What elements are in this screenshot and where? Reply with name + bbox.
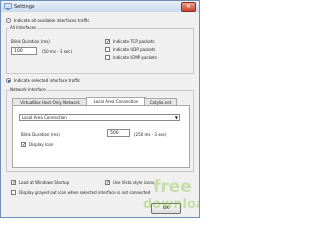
all-interfaces-group-label: All Interfaces [9, 25, 38, 30]
display-icon-option[interactable]: ✓ Display Icon [21, 142, 54, 148]
grayed-icon-checkbox[interactable] [11, 190, 16, 195]
load-startup-checkbox[interactable]: ✓ [11, 180, 16, 186]
title-bar: Settings ✕ [1, 1, 199, 12]
nic-blink-duration-range: (250 ms - 3 sec) [134, 132, 167, 137]
nic-blink-duration-label: Blink Duration (ms) [21, 132, 60, 137]
all-interfaces-radio[interactable] [6, 18, 11, 23]
display-icon-label: Display Icon [29, 142, 54, 147]
all-interfaces-option[interactable]: Indicate all available interfaces traffi… [6, 18, 90, 23]
selected-interface-option[interactable]: Indicate selected interface traffic [6, 78, 80, 83]
udp-option[interactable]: Indicate UDP packets [105, 47, 155, 52]
interface-select[interactable]: Local Area Connection ▼ [19, 114, 180, 121]
selected-interface-radio[interactable] [6, 78, 11, 83]
selected-interface-radio-label: Indicate selected interface traffic [14, 78, 81, 83]
watermark-line2: download [143, 197, 199, 212]
tcp-label: Indicate TCP packets [113, 39, 155, 44]
grayed-icon-option[interactable]: Display grayed out icon when selected in… [11, 190, 150, 195]
settings-window: Settings ✕ Indicate all available interf… [0, 0, 200, 218]
load-startup-option[interactable]: ✓ Load at Windows Startup [11, 180, 70, 186]
chevron-down-icon: ▼ [174, 115, 178, 120]
vista-icons-checkbox[interactable]: ✓ [105, 180, 110, 186]
udp-checkbox[interactable] [105, 47, 110, 52]
icmp-option[interactable]: Indicate ICMP packets [105, 55, 157, 60]
tcp-checkbox[interactable]: ✓ [105, 39, 110, 45]
blink-duration-range: (50 ms - 3 sec) [42, 49, 73, 54]
window-title: Settings [14, 4, 35, 10]
blink-duration-label: Blink Duration (ms) [11, 39, 50, 44]
close-button[interactable]: ✕ [181, 2, 196, 12]
grayed-icon-label: Display grayed out icon when selected in… [19, 190, 151, 195]
nic-blink-duration-input[interactable]: 500 [107, 129, 130, 137]
display-icon-checkbox[interactable]: ✓ [21, 142, 26, 148]
watermark: free download [139, 177, 199, 217]
close-icon: ✕ [185, 3, 192, 10]
udp-label: Indicate UDP packets [113, 47, 156, 52]
network-interface-group-label: Network Interface [9, 87, 47, 92]
app-icon [4, 3, 12, 10]
watermark-line1: free [153, 177, 192, 197]
load-startup-label: Load at Windows Startup [19, 180, 70, 185]
tcp-option[interactable]: ✓ Indicate TCP packets [105, 39, 155, 45]
icmp-checkbox[interactable] [105, 55, 110, 60]
icmp-label: Indicate ICMP packets [113, 55, 157, 60]
blink-duration-input[interactable]: 100 [11, 47, 37, 55]
all-interfaces-radio-label: Indicate all available interfaces traffi… [14, 18, 90, 23]
interface-select-value: Local Area Connection [22, 115, 67, 120]
